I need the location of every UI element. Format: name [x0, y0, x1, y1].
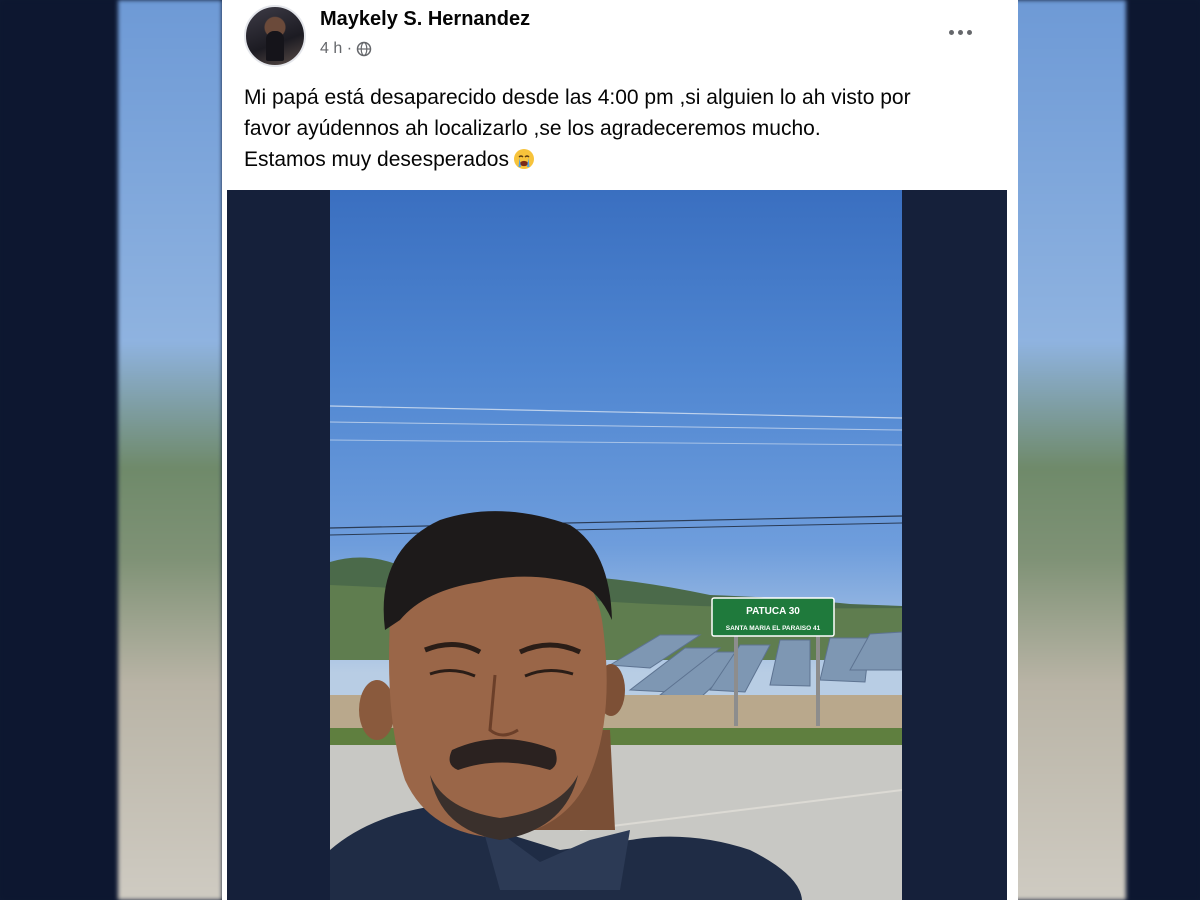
background-blur-right	[1008, 0, 1200, 900]
post-photo-frame: PATUCA 30 SANTA MARIA EL PARAISO 41	[227, 190, 1007, 900]
post-text-line: Estamos muy desesperados	[244, 144, 994, 175]
facebook-post-card: Maykely S. Hernandez 4 h · Mi papá está …	[222, 0, 1018, 900]
post-photo[interactable]: PATUCA 30 SANTA MARIA EL PARAISO 41	[330, 190, 902, 900]
post-text: Mi papá está desaparecido desde las 4:00…	[244, 82, 994, 175]
sign-line-2: SANTA MARIA EL PARAISO 41	[726, 625, 821, 632]
author-name[interactable]: Maykely S. Hernandez	[320, 8, 530, 31]
post-text-line: Mi papá está desaparecido desde las 4:00…	[244, 86, 911, 109]
post-meta: 4 h ·	[320, 40, 372, 58]
selfie-scene: PATUCA 30 SANTA MARIA EL PARAISO 41	[330, 405, 902, 900]
post-header: Maykely S. Hernandez 4 h ·	[222, 0, 1018, 72]
crying-face-icon	[513, 149, 534, 169]
sign-line-1: PATUCA 30	[746, 606, 800, 617]
avatar[interactable]	[244, 5, 306, 67]
post-time[interactable]: 4 h ·	[320, 40, 352, 58]
background-blur-left	[0, 0, 222, 900]
globe-icon	[356, 41, 372, 57]
post-text-line: favor ayúdennos ah localizarlo ,se los a…	[244, 117, 821, 140]
more-options-icon[interactable]	[942, 20, 978, 44]
